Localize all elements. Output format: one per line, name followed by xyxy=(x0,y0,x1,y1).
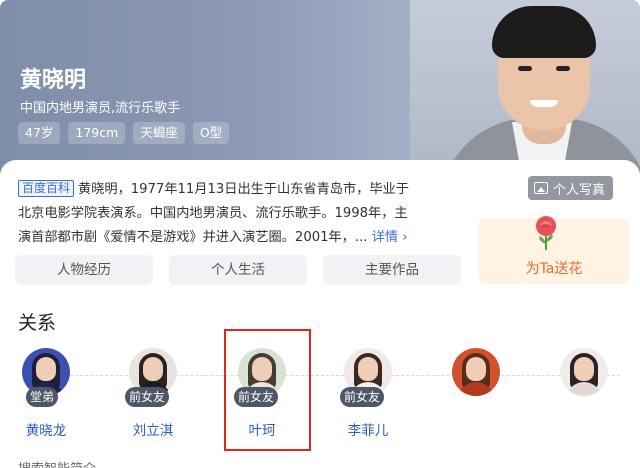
relation-person[interactable] xyxy=(552,348,612,448)
intro-paragraph: 百度百科 黄晓明，1977年11月13日出生于山东省青岛市，毕业于北京电影学院表演… xyxy=(18,178,418,250)
send-flower-button[interactable]: 为Ta送花 xyxy=(478,216,630,284)
tag-height: 179cm xyxy=(68,122,126,144)
avatar-face xyxy=(252,357,272,381)
photo-eye-right xyxy=(556,66,570,71)
tab-works[interactable]: 主要作品 xyxy=(323,255,461,285)
relation-person[interactable]: 前女友 叶珂 xyxy=(230,348,290,448)
avatar-face xyxy=(143,357,163,381)
baike-badge[interactable]: 百度百科 xyxy=(18,180,75,197)
relation-person[interactable]: 前女友 李菲儿 xyxy=(336,348,396,448)
avatar-face xyxy=(466,357,486,381)
avatar-face xyxy=(36,357,56,381)
tag-blood-type: O型 xyxy=(192,122,230,144)
personal-photos-label: 个人写真 xyxy=(553,182,606,198)
image-icon xyxy=(534,182,548,194)
relation-role: 前女友 xyxy=(340,387,385,407)
avatar-face xyxy=(574,357,594,381)
intro-text: 黄晓明，1977年11月13日出生于山东省青岛市，毕业于北京电影学院表演系。中国… xyxy=(18,182,409,245)
tag-zodiac: 天蝎座 xyxy=(133,122,185,144)
profile-tags: 47岁 179cm 天蝎座 O型 xyxy=(18,122,230,144)
relation-person[interactable]: 前女友 刘立淇 xyxy=(121,348,181,448)
relation-person[interactable]: 堂弟 黄晓龙 xyxy=(14,348,74,448)
avatar-face xyxy=(358,357,378,381)
tab-personal-life[interactable]: 个人生活 xyxy=(169,255,307,285)
avatar xyxy=(452,348,500,396)
relations-title: 关系 xyxy=(18,312,57,334)
relation-name: 叶珂 xyxy=(248,423,276,439)
relation-role: 前女友 xyxy=(234,387,279,407)
profile-name: 黄晓明 xyxy=(20,68,87,93)
tag-age: 47岁 xyxy=(18,122,61,144)
photo-eye-left xyxy=(518,66,532,71)
profile-subtitle: 中国内地男演员,流行乐歌手 xyxy=(20,101,181,116)
avatar xyxy=(560,348,608,396)
relation-name: 黄晓龙 xyxy=(25,423,67,439)
bottom-hint[interactable]: 搜索智能简介 xyxy=(18,458,96,468)
send-flower-label: 为Ta送花 xyxy=(525,261,583,277)
relation-role: 堂弟 xyxy=(26,387,59,407)
rose-icon xyxy=(536,216,556,250)
details-link[interactable]: 详情 › xyxy=(372,230,408,245)
personal-photos-button[interactable]: 个人写真 xyxy=(528,176,614,200)
photo-mouth xyxy=(530,100,558,107)
photo-hair xyxy=(492,6,596,58)
relation-role: 前女友 xyxy=(125,387,170,407)
relation-person[interactable] xyxy=(444,348,504,448)
relation-name: 刘立淇 xyxy=(132,423,174,439)
relation-name: 李菲儿 xyxy=(347,423,389,439)
tab-career[interactable]: 人物经历 xyxy=(15,255,153,285)
